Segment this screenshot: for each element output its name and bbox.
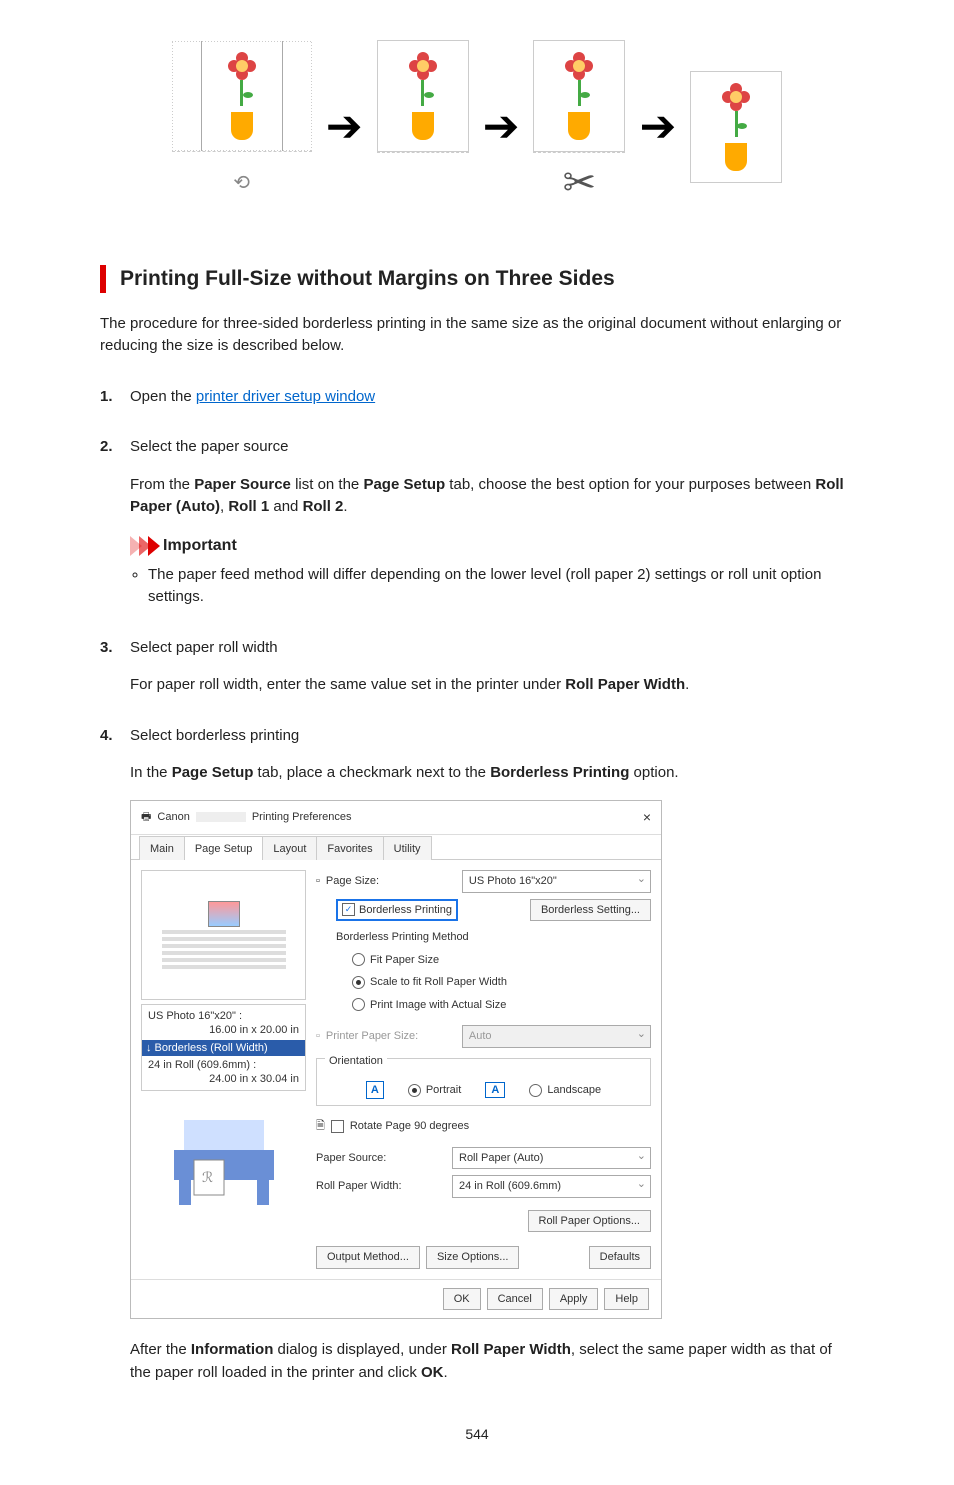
step-1-text: Open the printer driver setup window [130,386,375,409]
output-method-button[interactable]: Output Method... [316,1246,420,1269]
roll-paper-width-dropdown[interactable]: 24 in Roll (609.6mm) [452,1175,651,1198]
tab-layout[interactable]: Layout [262,836,317,861]
tab-page-setup[interactable]: Page Setup [184,836,264,861]
page-preview [141,870,306,1000]
step-4-after: After the Information dialog is displaye… [130,1339,854,1384]
size-options-button[interactable]: Size Options... [426,1246,520,1269]
intro-paragraph: The procedure for three-sided borderless… [100,313,854,358]
step-4-title: Select borderless printing [130,725,299,748]
illus-panel-3: ✂ [533,40,625,213]
cancel-button[interactable]: Cancel [487,1288,543,1311]
borderless-setting-button[interactable]: Borderless Setting... [530,899,651,922]
illus-panel-4 [690,71,782,183]
rotate-icon: ⟲ [233,168,250,198]
arrow-icon: ➔ [483,105,520,149]
heading-accent-bar [100,265,106,293]
step-3-body: For paper roll width, enter the same val… [130,674,854,697]
dialog-title-suffix: Printing Preferences [252,809,352,826]
illus-panel-1: ⟲ [172,41,312,212]
checkbox-icon [331,1120,344,1133]
illus-panel-2 [377,40,469,213]
step-number: 4. [100,725,122,748]
redacted-model [196,812,246,822]
step-3-title: Select paper roll width [130,637,278,660]
section-heading: Printing Full-Size without Margins on Th… [100,263,854,295]
printing-preferences-dialog: 🖶 Canon Printing Preferences × Main Page… [130,800,662,1320]
radio-portrait[interactable]: Portrait [408,1082,461,1099]
apply-button[interactable]: Apply [549,1288,599,1311]
step-number: 1. [100,386,122,409]
dialog-tabs: Main Page Setup Layout Favorites Utility [131,835,661,861]
borderless-printing-checkbox[interactable]: ✓ Borderless Printing [336,899,458,922]
step-2-title: Select the paper source [130,436,288,459]
roll-paper-width-label: Roll Paper Width: [316,1178,446,1195]
checkbox-icon: ✓ [342,903,355,916]
tab-favorites[interactable]: Favorites [316,836,383,861]
radio-fit-paper-size[interactable]: Fit Paper Size [352,952,651,969]
printer-illustration: ℛ [141,1095,306,1225]
svg-text:ℛ: ℛ [202,1169,213,1185]
arrow-icon: ➔ [326,105,363,149]
paper-source-label: Paper Source: [316,1150,446,1167]
paper-source-dropdown[interactable]: Roll Paper (Auto) [452,1147,651,1170]
borderless-method-title: Borderless Printing Method [336,929,651,946]
heading-text: Printing Full-Size without Margins on Th… [120,263,615,295]
landscape-icon: A [485,1082,505,1098]
dialog-right-pane: ▫ Page Size: US Photo 16"x20" ✓ Borderle… [316,870,651,1269]
step-number: 3. [100,637,122,660]
dialog-footer: OK Cancel Apply Help [131,1279,661,1319]
portrait-icon: A [366,1081,384,1099]
rotate-page-icon: 🗎 [316,1118,325,1135]
step-4-body: In the Page Setup tab, place a checkmark… [130,762,854,785]
close-icon[interactable]: × [643,807,651,828]
size-info-box: US Photo 16"x20" : 16.00 in x 20.00 in ↓… [141,1004,306,1091]
arrow-icon: ➔ [639,105,676,149]
printer-icon: 🖶 [141,809,151,826]
printer-paper-size-dropdown: Auto [462,1025,651,1048]
help-button[interactable]: Help [604,1288,649,1311]
dialog-title-prefix: Canon [157,809,189,826]
page-number: 544 [100,1424,854,1445]
step-2: 2. Select the paper source From the Pape… [100,436,854,609]
important-icon [130,536,157,556]
tab-main[interactable]: Main [139,836,185,861]
printer-paper-size-label: Printer Paper Size: [326,1028,456,1045]
radio-actual-size[interactable]: Print Image with Actual Size [352,997,651,1014]
radio-landscape[interactable]: Landscape [529,1082,601,1099]
page-size-label: Page Size: [326,873,456,890]
radio-scale-roll-width[interactable]: Scale to fit Roll Paper Width [352,974,651,991]
dialog-titlebar: 🖶 Canon Printing Preferences × [131,801,661,835]
important-bullet: The paper feed method will differ depend… [148,564,854,609]
tab-utility[interactable]: Utility [383,836,432,861]
important-label: Important [163,534,237,558]
paper-icon: ▫ [316,1028,320,1045]
page-size-dropdown[interactable]: US Photo 16"x20" [462,870,651,893]
roll-paper-options-button[interactable]: Roll Paper Options... [528,1210,652,1233]
rotate-90-checkbox[interactable]: 🗎 Rotate Page 90 degrees [316,1118,651,1135]
printer-driver-link[interactable]: printer driver setup window [196,388,375,405]
step-3: 3. Select paper roll width For paper rol… [100,637,854,697]
scissors-icon: ✂ [563,153,597,213]
step-2-body: From the Paper Source list on the Page S… [130,474,854,519]
dialog-left-pane: US Photo 16"x20" : 16.00 in x 20.00 in ↓… [141,870,306,1269]
step-1: 1. Open the printer driver setup window [100,386,854,409]
step-4: 4. Select borderless printing In the Pag… [100,725,854,1385]
step-number: 2. [100,436,122,459]
orientation-group: Orientation A Portrait A Landscape [316,1058,651,1107]
page-icon: ▫ [316,873,320,890]
important-callout: Important The paper feed method will dif… [130,534,854,609]
process-illustration: ⟲ ➔ ➔ ✂ ➔ [100,40,854,213]
defaults-button[interactable]: Defaults [589,1246,651,1269]
ok-button[interactable]: OK [443,1288,481,1311]
